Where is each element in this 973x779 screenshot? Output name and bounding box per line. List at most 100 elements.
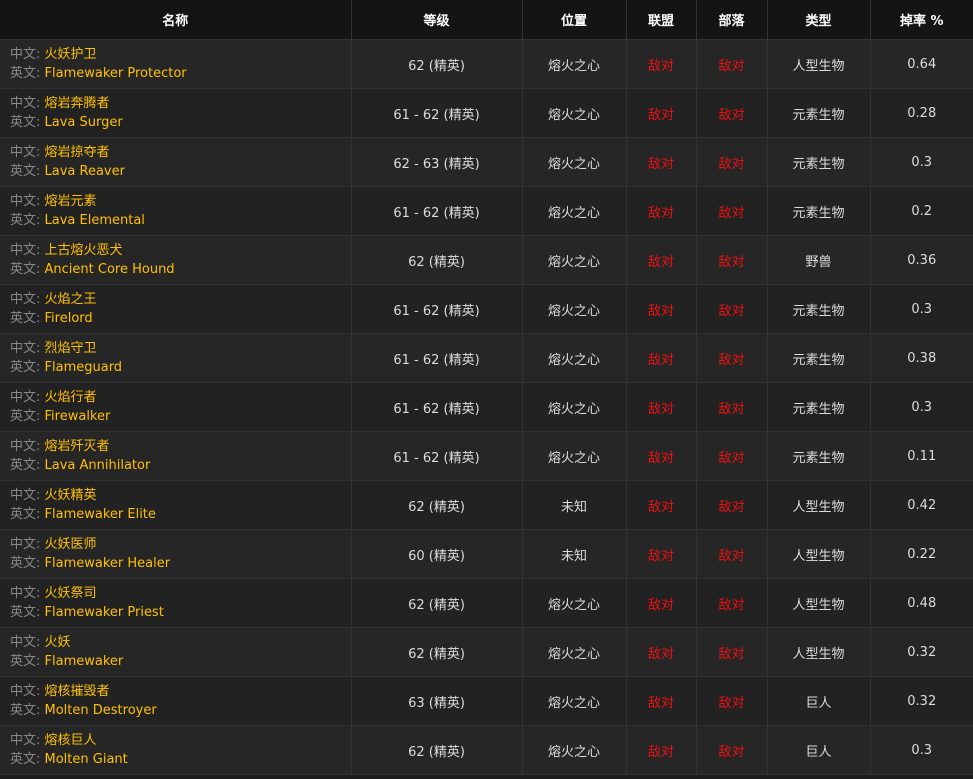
horde-reaction-cell: 敌对 — [696, 431, 768, 481]
drop-rate-cell: 0.48 — [870, 578, 973, 628]
table-row: 中文: 熔岩掠夺者 英文: Lava Reaver 62 - 63 (精英) 熔… — [0, 137, 973, 187]
horde-reaction-cell: 敌对 — [696, 480, 768, 530]
npc-name-en-link[interactable]: Lava Surger — [45, 115, 123, 130]
cn-label: 中文: — [10, 684, 45, 699]
npc-name-cn-link[interactable]: 火妖祭司 — [45, 586, 97, 601]
npc-name-cell: 中文: 火妖医师 英文: Flamewaker Healer — [0, 529, 352, 579]
table-row: 中文: 火妖 英文: Flamewaker 62 (精英) 熔火之心 敌对 敌对… — [0, 627, 973, 677]
npc-name-en-link[interactable]: Firelord — [45, 311, 93, 326]
col-header-name[interactable]: 名称 — [0, 0, 352, 40]
col-header-location[interactable]: 位置 — [522, 0, 627, 40]
drop-rate-cell: 0.36 — [870, 235, 973, 285]
npc-name-en-link[interactable]: Lava Reaver — [45, 164, 125, 179]
cn-label: 中文: — [10, 733, 45, 748]
npc-name-cn-link[interactable]: 熔岩掠夺者 — [45, 145, 110, 160]
en-label: 英文: — [10, 458, 45, 473]
drop-rate-cell: 0.38 — [870, 333, 973, 383]
type-cell: 人型生物 — [767, 578, 871, 628]
alliance-reaction-cell: 敌对 — [626, 529, 697, 579]
npc-drop-table: 名称 等级 位置 联盟 部落 类型 掉率 % 中文: 火妖护卫 英文: Flam… — [0, 0, 973, 775]
npc-name-en-link[interactable]: Flamewaker Priest — [45, 605, 164, 620]
npc-name-cn-link[interactable]: 熔岩奔腾者 — [45, 96, 110, 111]
type-cell: 野兽 — [767, 235, 871, 285]
npc-name-cn-link[interactable]: 熔岩元素 — [45, 194, 97, 209]
npc-name-en-link[interactable]: Flamewaker Healer — [45, 556, 171, 571]
col-header-level[interactable]: 等级 — [351, 0, 523, 40]
en-label: 英文: — [10, 605, 45, 620]
col-header-drop-rate[interactable]: 掉率 % — [870, 0, 973, 40]
drop-rate-cell: 0.28 — [870, 88, 973, 138]
drop-rate-cell: 0.32 — [870, 627, 973, 677]
horde-reaction-cell: 敌对 — [696, 382, 768, 432]
horde-reaction-cell: 敌对 — [696, 137, 768, 187]
drop-rate-cell: 0.42 — [870, 480, 973, 530]
type-cell: 巨人 — [767, 725, 871, 775]
npc-name-cn-link[interactable]: 火妖精英 — [45, 488, 97, 503]
npc-name-en-link[interactable]: Molten Destroyer — [45, 703, 157, 718]
alliance-reaction-cell: 敌对 — [626, 88, 697, 138]
level-cell: 62 - 63 (精英) — [351, 137, 523, 187]
drop-rate-cell: 0.11 — [870, 431, 973, 481]
cn-label: 中文: — [10, 586, 45, 601]
npc-name-en-link[interactable]: Molten Giant — [45, 752, 128, 767]
location-cell: 熔火之心 — [522, 88, 627, 138]
col-header-type[interactable]: 类型 — [767, 0, 871, 40]
type-cell: 元素生物 — [767, 284, 871, 334]
en-label: 英文: — [10, 262, 45, 277]
alliance-reaction-cell: 敌对 — [626, 186, 697, 236]
alliance-reaction-cell: 敌对 — [626, 725, 697, 775]
npc-name-cn-link[interactable]: 火妖 — [45, 635, 71, 650]
col-header-horde[interactable]: 部落 — [696, 0, 768, 40]
npc-name-cn-link[interactable]: 火焰之王 — [45, 292, 97, 307]
location-cell: 熔火之心 — [522, 382, 627, 432]
npc-name-cn-link[interactable]: 烈焰守卫 — [45, 341, 97, 356]
npc-name-cn-link[interactable]: 上古熔火恶犬 — [45, 243, 123, 258]
alliance-reaction-cell: 敌对 — [626, 39, 697, 89]
en-label: 英文: — [10, 752, 45, 767]
cn-label: 中文: — [10, 439, 45, 454]
en-label: 英文: — [10, 311, 45, 326]
npc-name-en-link[interactable]: Ancient Core Hound — [45, 262, 175, 277]
cn-label: 中文: — [10, 341, 45, 356]
type-cell: 人型生物 — [767, 529, 871, 579]
type-cell: 元素生物 — [767, 186, 871, 236]
level-cell: 62 (精英) — [351, 480, 523, 530]
table-body: 中文: 火妖护卫 英文: Flamewaker Protector 62 (精英… — [0, 39, 973, 775]
table-row: 中文: 熔岩元素 英文: Lava Elemental 61 - 62 (精英)… — [0, 186, 973, 236]
npc-name-cn-link[interactable]: 熔岩歼灭者 — [45, 439, 110, 454]
horde-reaction-cell: 敌对 — [696, 627, 768, 677]
npc-name-en-link[interactable]: Flameguard — [45, 360, 123, 375]
npc-name-cn-link[interactable]: 火焰行者 — [45, 390, 97, 405]
en-label: 英文: — [10, 409, 45, 424]
location-cell: 熔火之心 — [522, 137, 627, 187]
type-cell: 元素生物 — [767, 88, 871, 138]
npc-name-en-link[interactable]: Flamewaker — [45, 654, 124, 669]
npc-name-en-link[interactable]: Lava Elemental — [45, 213, 145, 228]
npc-name-en-link[interactable]: Flamewaker Elite — [45, 507, 156, 522]
npc-name-cn-link[interactable]: 熔核巨人 — [45, 733, 97, 748]
npc-name-cn-link[interactable]: 火妖医师 — [45, 537, 97, 552]
type-cell: 巨人 — [767, 676, 871, 726]
cn-label: 中文: — [10, 488, 45, 503]
npc-name-cell: 中文: 熔核巨人 英文: Molten Giant — [0, 725, 352, 775]
npc-name-cell: 中文: 熔岩歼灭者 英文: Lava Annihilator — [0, 431, 352, 481]
table-row: 中文: 火妖祭司 英文: Flamewaker Priest 62 (精英) 熔… — [0, 578, 973, 628]
npc-name-cn-link[interactable]: 火妖护卫 — [45, 47, 97, 62]
horde-reaction-cell: 敌对 — [696, 529, 768, 579]
level-cell: 62 (精英) — [351, 235, 523, 285]
en-label: 英文: — [10, 654, 45, 669]
npc-name-en-link[interactable]: Firewalker — [45, 409, 111, 424]
level-cell: 62 (精英) — [351, 725, 523, 775]
npc-name-cell: 中文: 火妖祭司 英文: Flamewaker Priest — [0, 578, 352, 628]
npc-name-en-link[interactable]: Flamewaker Protector — [45, 66, 187, 81]
alliance-reaction-cell: 敌对 — [626, 480, 697, 530]
col-header-alliance[interactable]: 联盟 — [626, 0, 697, 40]
table-row: 中文: 熔岩奔腾者 英文: Lava Surger 61 - 62 (精英) 熔… — [0, 88, 973, 138]
alliance-reaction-cell: 敌对 — [626, 137, 697, 187]
cn-label: 中文: — [10, 292, 45, 307]
npc-name-cn-link[interactable]: 熔核摧毁者 — [45, 684, 110, 699]
npc-name-cell: 中文: 熔岩元素 英文: Lava Elemental — [0, 186, 352, 236]
npc-name-en-link[interactable]: Lava Annihilator — [45, 458, 151, 473]
type-cell: 元素生物 — [767, 431, 871, 481]
type-cell: 元素生物 — [767, 333, 871, 383]
